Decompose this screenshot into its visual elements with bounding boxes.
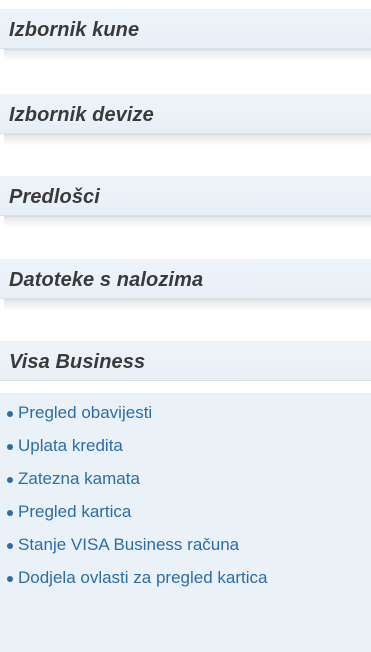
section-divider <box>4 134 371 146</box>
submenu-item-zatezna-kamata[interactable]: Zatezna kamata <box>0 462 371 495</box>
section-title: Izbornik devize <box>9 104 154 126</box>
visa-business-submenu: Pregled obavijesti Uplata kredita Zatezn… <box>0 396 371 594</box>
bullet-icon <box>7 411 13 417</box>
submenu-item-pregled-obavijesti[interactable]: Pregled obavijesti <box>0 396 371 429</box>
section-header-devize[interactable]: Izbornik devize <box>0 94 371 134</box>
menu-section-datoteke: Datoteke s nalozima <box>0 259 371 311</box>
submenu-item-label: Dodjela ovlasti za pregled kartica <box>18 568 268 587</box>
section-header-visa-business[interactable]: Visa Business <box>0 341 371 381</box>
submenu-item-label: Uplata kredita <box>18 436 123 455</box>
section-divider <box>4 49 371 61</box>
submenu-item-uplata-kredita[interactable]: Uplata kredita <box>0 429 371 462</box>
section-title: Izbornik kune <box>9 19 140 41</box>
submenu-item-pregled-kartica[interactable]: Pregled kartica <box>0 495 371 528</box>
submenu-item-label: Pregled obavijesti <box>18 403 153 422</box>
bullet-icon <box>7 444 13 450</box>
submenu-item-label: Zatezna kamata <box>18 469 140 488</box>
submenu-item-stanje-visa-racuna[interactable]: Stanje VISA Business računa <box>0 528 371 561</box>
menu-section-devize: Izbornik devize <box>0 94 371 146</box>
submenu-item-dodjela-ovlasti[interactable]: Dodjela ovlasti za pregled kartica <box>0 561 338 594</box>
section-divider <box>4 216 371 228</box>
menu-section-visa-business: Visa Business <box>0 341 371 381</box>
section-header-predlosci[interactable]: Predlošci <box>0 176 371 216</box>
menu-section-kune: Izbornik kune <box>0 9 371 61</box>
section-header-datoteke[interactable]: Datoteke s nalozima <box>0 259 371 299</box>
section-title: Datoteke s nalozima <box>9 269 204 291</box>
section-title: Predlošci <box>9 186 100 208</box>
bullet-icon <box>7 543 13 549</box>
submenu-item-label: Pregled kartica <box>18 502 132 521</box>
section-header-kune[interactable]: Izbornik kune <box>0 9 371 49</box>
section-divider <box>4 299 371 311</box>
section-title: Visa Business <box>9 351 146 373</box>
submenu-item-label: Stanje VISA Business računa <box>18 535 240 554</box>
bullet-icon <box>7 477 13 483</box>
bullet-icon <box>7 510 13 516</box>
bullet-icon <box>7 576 13 582</box>
menu-section-predlosci: Predlošci <box>0 176 371 228</box>
side-menu: Izbornik kune Izbornik devize Predlošci … <box>0 0 371 652</box>
